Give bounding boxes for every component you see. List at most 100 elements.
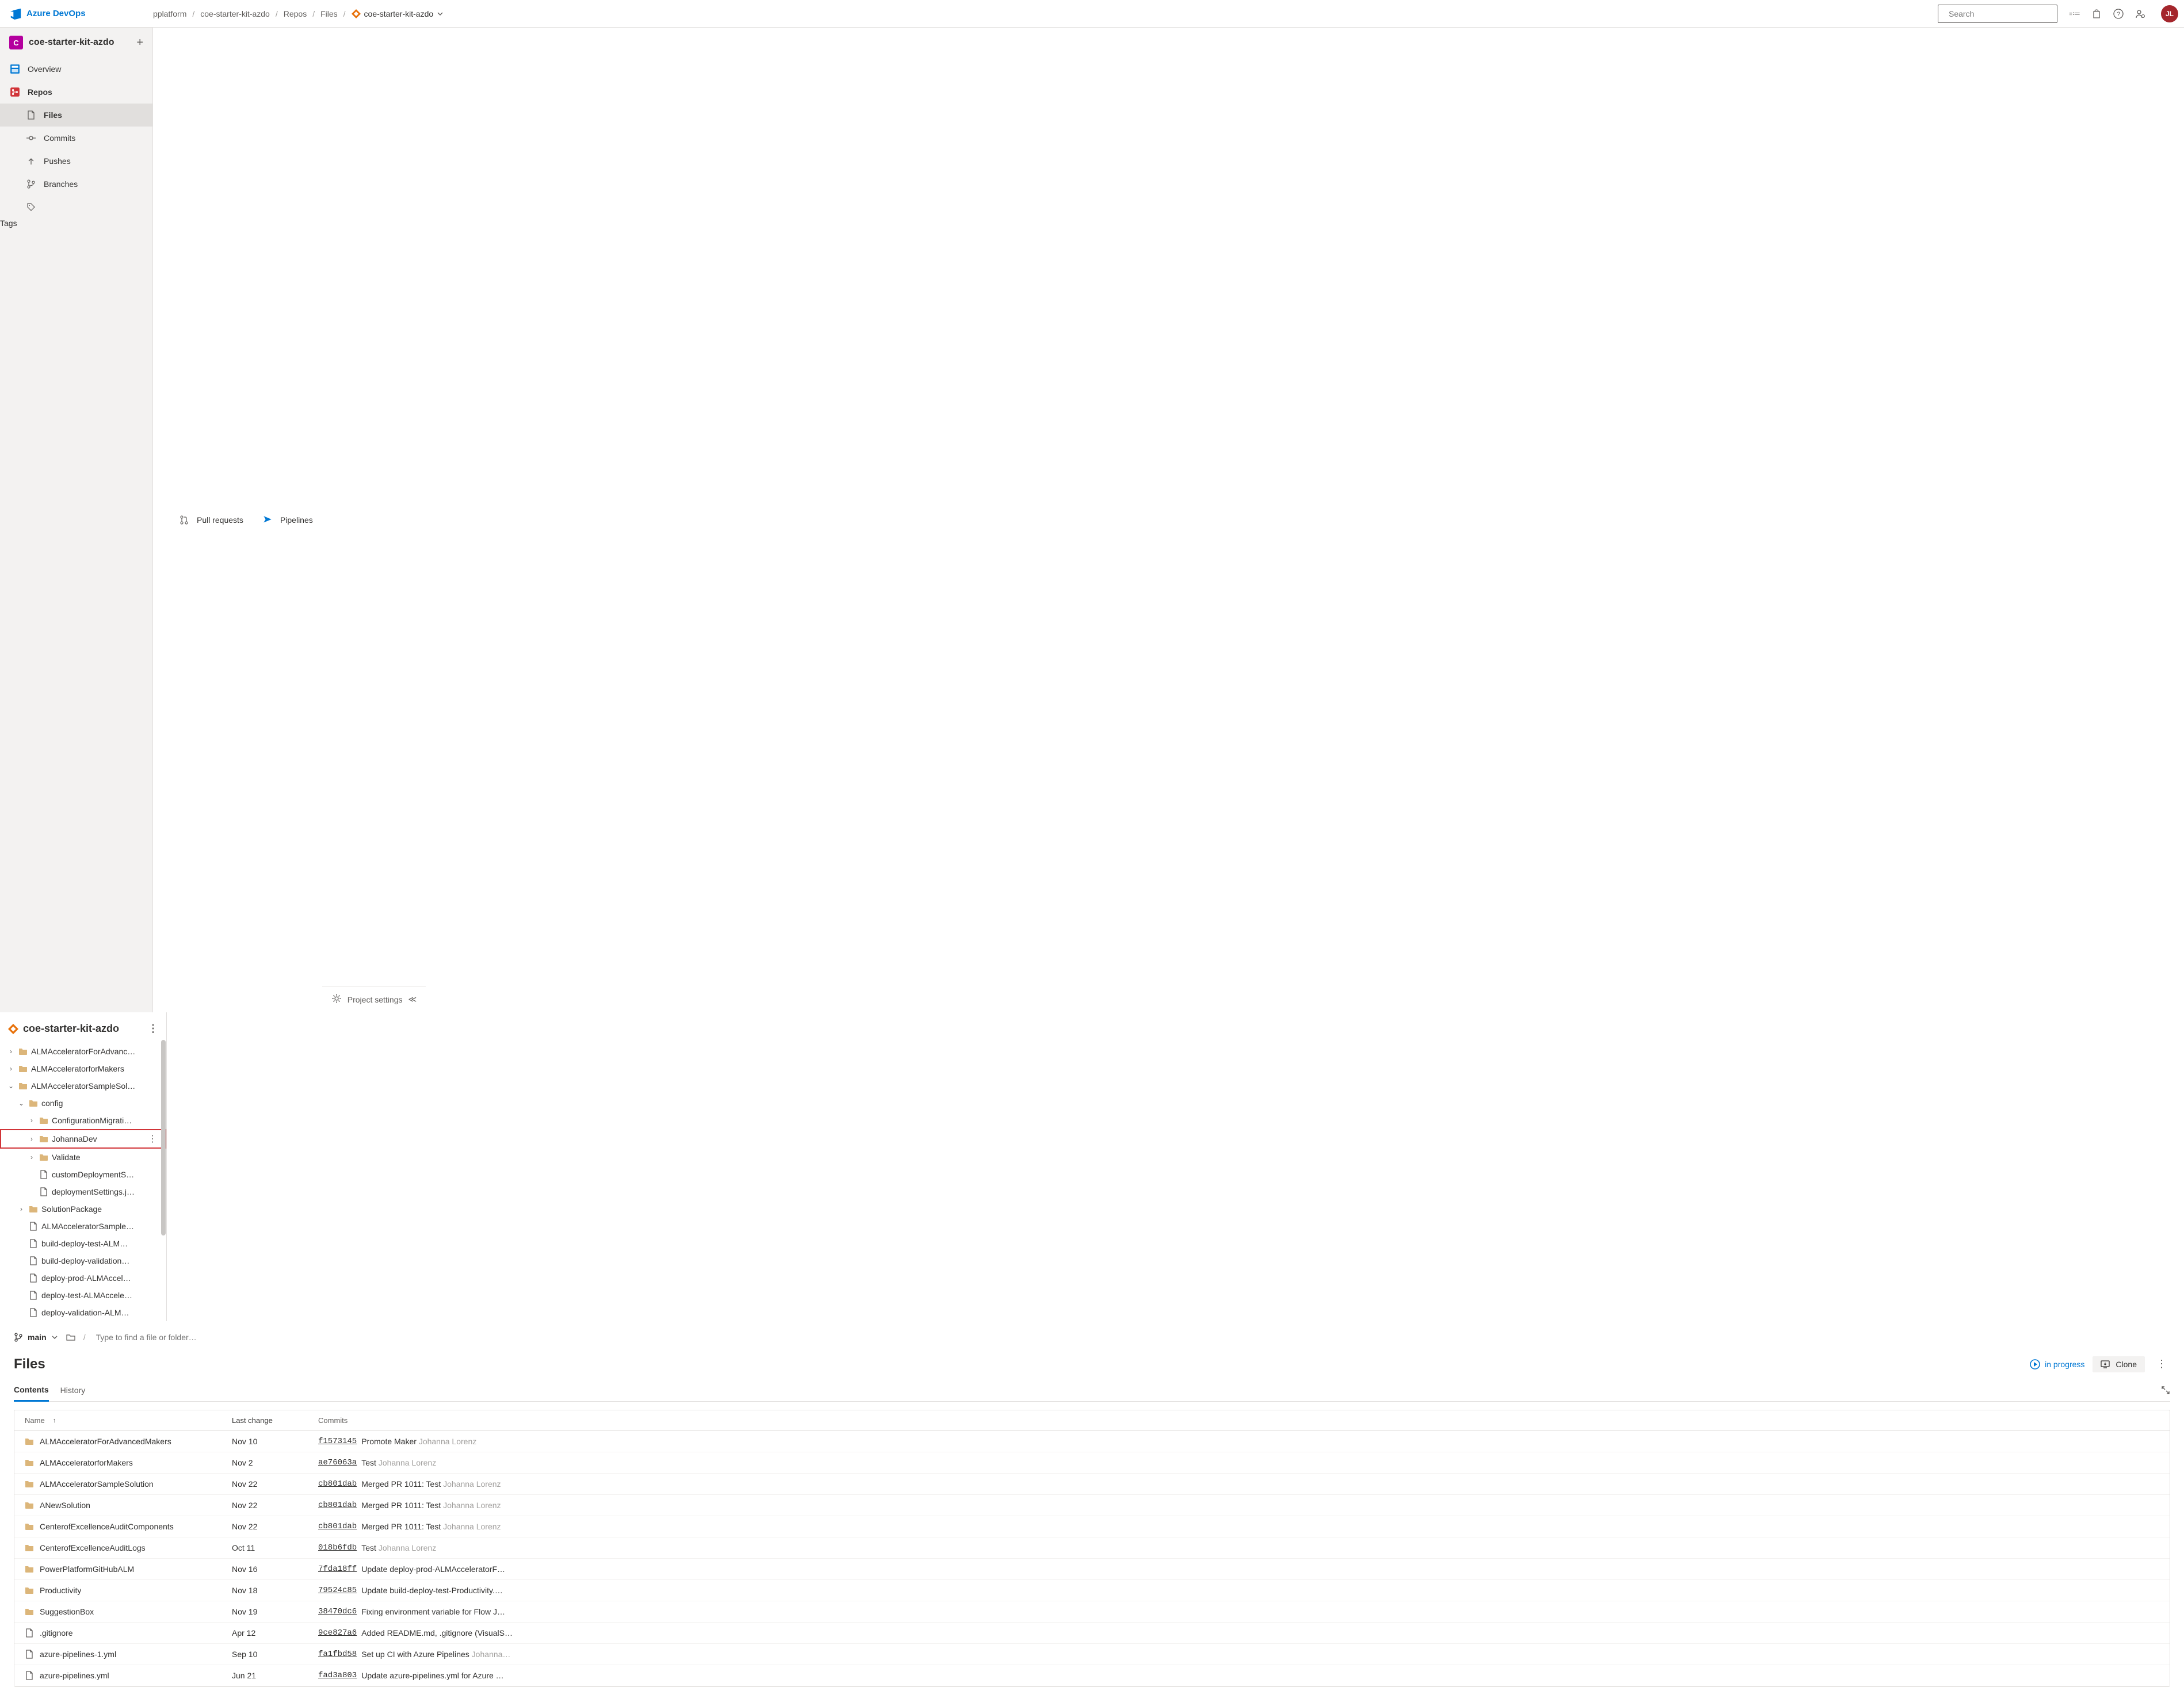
col-head-last-change[interactable]: Last change [232,1416,318,1425]
nav-files[interactable]: Files [0,104,152,127]
table-row[interactable]: azure-pipelines.ymlJun 21fad3a803Update … [14,1665,2170,1686]
commit-hash-link[interactable]: cb801dab [318,1501,357,1510]
nav-project-settings[interactable]: Project settings ≪ [322,986,426,1012]
commit-hash-link[interactable]: cb801dab [318,1522,357,1531]
commit-hash-link[interactable]: ae76063a [318,1458,357,1467]
row-name[interactable]: .gitignore [25,1628,232,1638]
table-row[interactable]: ProductivityNov 1879524c85Update build-d… [14,1580,2170,1601]
tree-item-almacceleratorsample[interactable]: ALMAcceleratorSample… [0,1218,166,1235]
shopping-bag-icon[interactable] [2091,8,2102,20]
tree-item-almacceleratorformakers[interactable]: ›ALMAcceleratorforMakers [0,1060,166,1077]
page-title: Files [14,1356,45,1372]
table-row[interactable]: SuggestionBoxNov 1938470dc6Fixing enviro… [14,1601,2170,1623]
commit-hash-link[interactable]: 018b6fdb [318,1543,357,1552]
tree-item-customdeployments[interactable]: customDeploymentS… [0,1166,166,1183]
row-name[interactable]: CenterofExcellenceAuditLogs [25,1543,232,1552]
tab-contents[interactable]: Contents [14,1380,49,1402]
table-row[interactable]: .gitignoreApr 129ce827a6Added README.md,… [14,1623,2170,1644]
row-name[interactable]: CenterofExcellenceAuditComponents [25,1522,232,1531]
row-name[interactable]: azure-pipelines.yml [25,1671,232,1680]
nav-pushes[interactable]: Pushes [0,150,152,173]
commit-hash-link[interactable]: 7fda18ff [318,1564,357,1574]
search-box[interactable] [1938,5,2057,23]
folder-outline-icon[interactable] [66,1333,75,1342]
tree-item-validate[interactable]: ›Validate [0,1149,166,1166]
scrollbar-thumb[interactable] [161,1040,166,1235]
nav-pipelines[interactable]: Pipelines [253,28,322,1012]
row-name[interactable]: ALMAcceleratorforMakers [25,1458,232,1467]
commit-author: Johanna Lorenz [443,1501,501,1510]
tree-item-more-button[interactable]: ⋮ [144,1133,161,1145]
tree-item-almacceleratorforadvanc[interactable]: ›ALMAcceleratorForAdvanc… [0,1043,166,1060]
user-avatar[interactable]: JL [2161,5,2178,22]
fullscreen-button[interactable] [2161,1386,2170,1397]
breadcrumb-sub[interactable]: Files [320,9,338,18]
tree-scrollbar[interactable] [161,1012,166,1321]
add-project-button[interactable]: + [136,36,143,49]
table-row[interactable]: PowerPlatformGitHubALMNov 167fda18ffUpda… [14,1559,2170,1580]
tree-item-johannadev[interactable]: ›JohannaDev⋮ [0,1129,166,1149]
tree-item-deploytestalmaccele[interactable]: deploy-test-ALMAccele… [0,1287,166,1304]
table-row[interactable]: CenterofExcellenceAuditComponentsNov 22c… [14,1516,2170,1537]
tree-item-almacceleratorsamplesol[interactable]: ⌄ALMAcceleratorSampleSol… [0,1077,166,1095]
nav-repos[interactable]: Repos [0,81,152,104]
branch-selector[interactable]: main [14,1333,58,1342]
brand-link[interactable]: Azure DevOps [6,7,153,20]
nav-overview[interactable]: Overview [0,58,152,81]
help-icon[interactable]: ? [2113,8,2124,20]
col-head-name[interactable]: Name ↑ [25,1416,232,1425]
tree-item-deployvalidationalm[interactable]: deploy-validation-ALM… [0,1304,166,1321]
user-settings-icon[interactable] [2135,8,2146,20]
file-name: azure-pipelines.yml [40,1671,109,1680]
commit-hash-link[interactable]: f1573145 [318,1437,357,1446]
tree-item-configurationmigrati[interactable]: ›ConfigurationMigrati… [0,1112,166,1129]
table-row[interactable]: ALMAcceleratorForAdvancedMakersNov 10f15… [14,1431,2170,1452]
search-input[interactable] [1949,9,2053,18]
row-name[interactable]: azure-pipelines-1.yml [25,1650,232,1659]
commit-author: Johanna Lorenz [443,1479,501,1489]
tree-item-builddeploytestalm[interactable]: build-deploy-test-ALM… [0,1235,166,1252]
commit-hash-link[interactable]: 79524c85 [318,1586,357,1595]
row-name[interactable]: SuggestionBox [25,1607,232,1616]
commit-hash-link[interactable]: fa1fbd58 [318,1650,357,1659]
row-name[interactable]: ALMAcceleratorSampleSolution [25,1479,232,1489]
breadcrumb-area[interactable]: Repos [284,9,307,18]
tree-header[interactable]: coe-starter-kit-azdo ⋮ [0,1012,166,1043]
collapse-nav-icon[interactable]: ≪ [408,994,417,1004]
row-name[interactable]: Productivity [25,1586,232,1595]
in-progress-button[interactable]: in progress [2030,1359,2084,1370]
row-name[interactable]: ANewSolution [25,1501,232,1510]
table-row[interactable]: ALMAcceleratorforMakersNov 2ae76063aTest… [14,1452,2170,1474]
path-input[interactable] [94,1330,2170,1344]
tab-history[interactable]: History [60,1381,86,1401]
row-name[interactable]: ALMAcceleratorForAdvancedMakers [25,1437,232,1446]
row-name[interactable]: PowerPlatformGitHubALM [25,1564,232,1574]
table-row[interactable]: azure-pipelines-1.ymlSep 10fa1fbd58Set u… [14,1644,2170,1665]
table-row[interactable]: CenterofExcellenceAuditLogsOct 11018b6fd… [14,1537,2170,1559]
list-icon[interactable]: ≔ [2069,8,2080,20]
col-head-commits[interactable]: Commits [318,1416,2159,1425]
nav-pull-requests[interactable]: Pull requests [153,28,253,1012]
nav-branches[interactable]: Branches [0,173,152,196]
tree-item-deployprodalmaccel[interactable]: deploy-prod-ALMAccel… [0,1269,166,1287]
commit-hash-link[interactable]: fad3a803 [318,1671,357,1680]
project-selector[interactable]: C coe-starter-kit-azdo + [0,28,152,58]
clone-button[interactable]: Clone [2093,1356,2145,1372]
table-row[interactable]: ALMAcceleratorSampleSolutionNov 22cb801d… [14,1474,2170,1495]
breadcrumb-project[interactable]: coe-starter-kit-azdo [200,9,270,18]
tree-more-button[interactable]: ⋮ [146,1020,161,1037]
commit-hash-link[interactable]: 9ce827a6 [318,1628,357,1638]
breadcrumb-org[interactable]: pplatform [153,9,186,18]
tree-item-deploymentsettingsj[interactable]: deploymentSettings.j… [0,1183,166,1200]
commit-hash-link[interactable]: cb801dab [318,1479,357,1489]
tree-item-solutionpackage[interactable]: ›SolutionPackage [0,1200,166,1218]
tree-item-builddeployvalidation[interactable]: build-deploy-validation… [0,1252,166,1269]
header-more-button[interactable]: ⋮ [2153,1356,2170,1372]
tree-item-config[interactable]: ⌄config [0,1095,166,1112]
breadcrumb-repo[interactable]: coe-starter-kit-azdo [352,9,444,18]
commit-hash-link[interactable]: 38470dc6 [318,1607,357,1616]
nav-commits[interactable]: Commits [0,127,152,150]
chevron-icon: › [28,1135,36,1143]
nav-tags[interactable] [0,196,152,219]
table-row[interactable]: ANewSolutionNov 22cb801dabMerged PR 1011… [14,1495,2170,1516]
